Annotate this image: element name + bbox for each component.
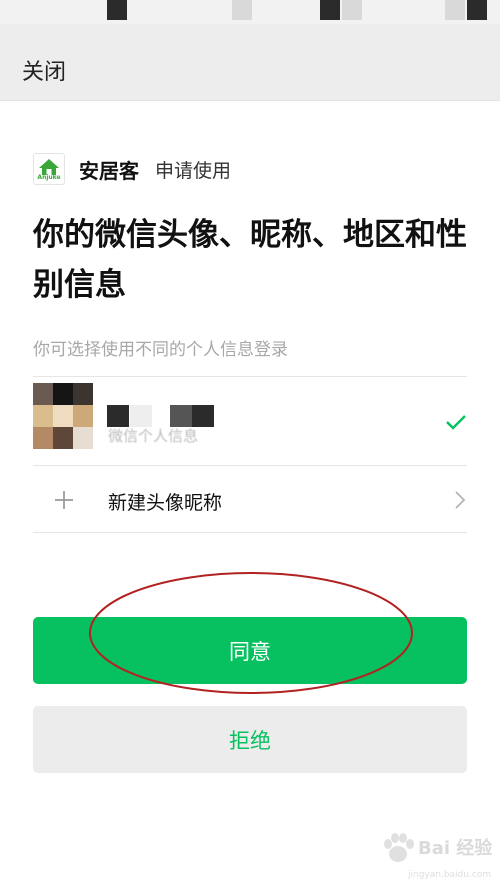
status-icon	[445, 0, 465, 20]
check-icon	[446, 415, 466, 430]
close-button[interactable]: 关闭	[22, 54, 66, 86]
status-bar	[0, 0, 500, 24]
profile-option-current[interactable]	[33, 377, 467, 465]
pixelated-name-block	[192, 405, 214, 427]
status-icon	[232, 0, 252, 20]
status-icon	[342, 0, 362, 20]
new-profile-label: 新建头像昵称	[108, 492, 223, 514]
app-apply-text: 申请使用	[155, 159, 232, 182]
avatar	[33, 383, 95, 451]
app-name: 安居客	[79, 158, 139, 183]
profile-name: 微信个人信息	[108, 427, 199, 445]
hint-text: 你可选择使用不同的个人信息登录	[33, 340, 288, 360]
watermark-text: Bai 经验	[418, 838, 493, 859]
app-logo: Anjuke	[33, 153, 65, 185]
agree-button[interactable]: 同意	[33, 617, 467, 684]
app-logo-text: Anjuke	[37, 174, 61, 181]
app-request-row: Anjuke 安居客 申请使用	[33, 152, 231, 186]
chevron-right-icon	[455, 491, 466, 509]
pixelated-name-block	[107, 405, 129, 427]
paw-icon	[384, 833, 414, 862]
pixelated-name-block	[170, 405, 192, 427]
page-title: 你的微信头像、昵称、地区和性别信息	[33, 217, 467, 303]
reject-button[interactable]: 拒绝	[33, 706, 467, 773]
watermark: Bai 经验 jingyan.baidu.com	[378, 830, 496, 886]
divider	[33, 532, 467, 533]
status-icon	[107, 0, 127, 20]
plus-icon	[55, 491, 73, 509]
top-nav-bar: 关闭	[0, 24, 500, 101]
status-icon	[467, 0, 487, 20]
new-profile-option[interactable]	[33, 466, 467, 532]
pixelated-name-block	[130, 405, 152, 427]
status-icon	[320, 0, 340, 20]
watermark-url: jingyan.baidu.com	[408, 870, 492, 880]
